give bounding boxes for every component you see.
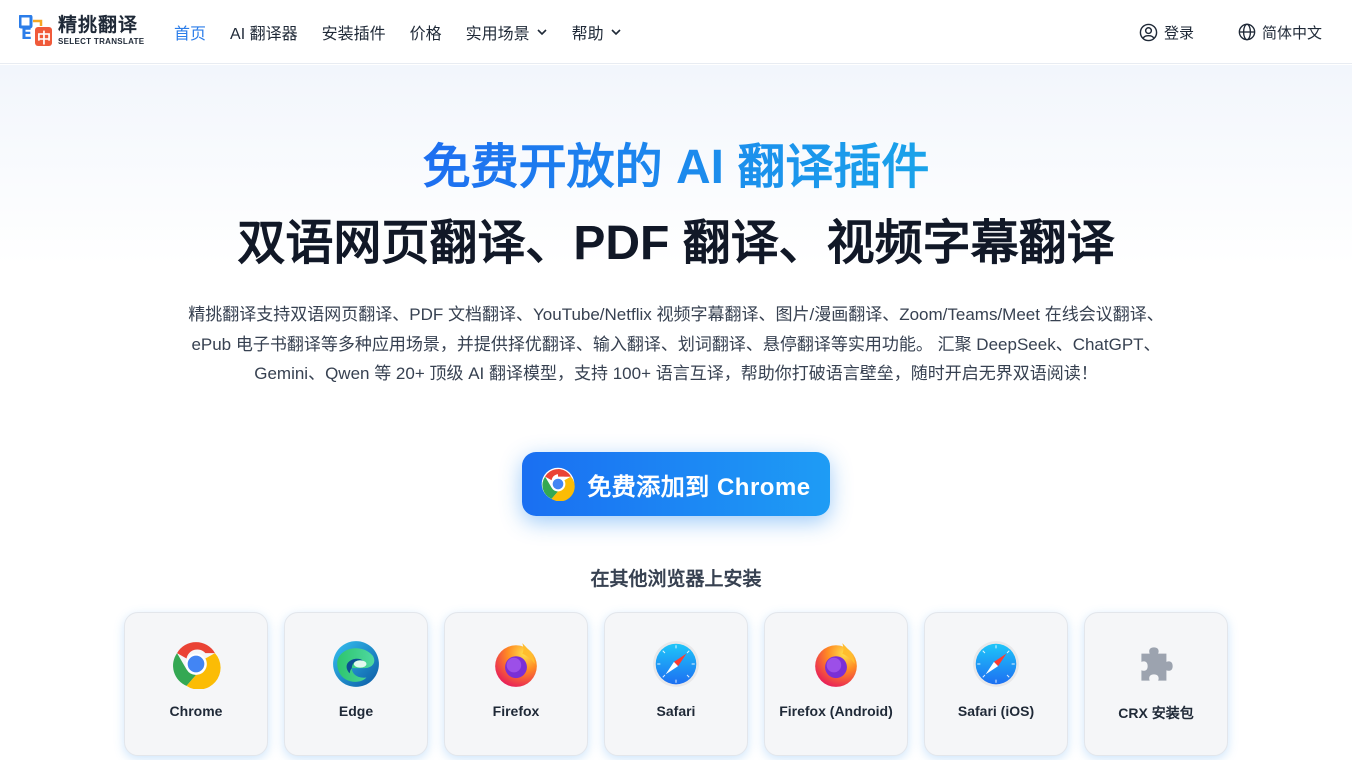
chrome-icon (173, 642, 221, 689)
globe-icon (1238, 23, 1256, 41)
user-icon (1139, 23, 1158, 41)
safari-icon (973, 641, 1019, 687)
browser-label-safari: Safari (656, 703, 696, 719)
add-to-chrome-button[interactable]: 免费添加到 Chrome (522, 452, 830, 516)
hero-title-highlight: 免费开放的 AI 翻译插件 (0, 138, 1352, 198)
login-label: 登录 (1163, 24, 1194, 42)
header-actions: 登录 简体中文 (1095, 0, 1322, 64)
nav-home-label: 首页 (174, 26, 207, 43)
browser-list: Chrome Edge Firefox Safari Firefox (Andr… (124, 612, 1244, 756)
add-to-chrome-label: 免费添加到 Chrome (587, 473, 811, 501)
browser-card-crx[interactable]: CRX 安装包 (1084, 612, 1228, 756)
browser-label-crx: CRX 安装包 (1118, 705, 1194, 721)
logo-text-en: SELECT TRANSLATE (58, 36, 145, 46)
nav-install-plugin[interactable]: 安装插件 (322, 20, 386, 44)
hero-title-main: 双语网页翻译、PDF 翻译、视频字幕翻译 (237, 217, 1115, 270)
nav-help-label: 帮助 (571, 26, 604, 43)
chrome-icon (542, 467, 575, 501)
nav-ai-translator-label: AI 翻译器 (230, 26, 298, 43)
chevron-down-icon (537, 29, 547, 36)
browser-card-safari-ios[interactable]: Safari (iOS) (924, 612, 1068, 756)
browser-card-chrome[interactable]: Chrome (124, 612, 268, 756)
login-button[interactable]: 登录 (1139, 22, 1194, 43)
language-label: 简体中文 (1261, 24, 1322, 42)
language-selector[interactable]: 简体中文 (1238, 22, 1322, 43)
nav-use-cases-label: 实用场景 (465, 26, 530, 43)
edge-icon (333, 641, 379, 687)
nav-ai-translator[interactable]: AI 翻译器 (230, 20, 298, 44)
logo-text-cn: 精挑翻译 (58, 14, 139, 36)
header: E 中 精挑翻译 SELECT TRANSLATE 首页 AI 翻译器 安装插件… (0, 0, 1352, 64)
browser-card-edge[interactable]: Edge (284, 612, 428, 756)
nav-install-plugin-label: 安装插件 (321, 26, 386, 43)
browser-card-firefox[interactable]: Firefox (444, 612, 588, 756)
browser-label-edge: Edge (338, 703, 374, 719)
browser-label-firefox: Firefox (492, 703, 540, 719)
main-nav: 首页 AI 翻译器 安装插件 价格 实用场景 帮助 (174, 0, 646, 64)
svg-text:E: E (21, 24, 32, 43)
nav-use-cases[interactable]: 实用场景 (466, 20, 548, 44)
logo[interactable]: E 中 精挑翻译 SELECT TRANSLATE (18, 14, 145, 47)
svg-text:中: 中 (37, 30, 51, 47)
hero-description: 精挑翻译支持双语网页翻译、PDF 文档翻译、YouTube/Netflix 视频… (188, 305, 1164, 383)
nav-pricing-label: 价格 (409, 26, 442, 43)
safari-icon (653, 641, 699, 687)
browser-card-safari[interactable]: Safari (604, 612, 748, 756)
firefox-icon (495, 643, 537, 687)
logo-icon: E 中 (18, 14, 53, 47)
nav-help[interactable]: 帮助 (572, 20, 622, 44)
browser-label-safari-ios: Safari (iOS) (957, 703, 1035, 719)
chevron-down-icon (611, 29, 621, 36)
browser-label-firefox-android: Firefox (Android) (779, 703, 893, 719)
nav-pricing[interactable]: 价格 (410, 20, 442, 44)
nav-home[interactable]: 首页 (174, 20, 206, 44)
other-browsers-title: 在其他浏览器上安装 (590, 569, 762, 590)
firefox-icon (815, 643, 857, 687)
hero-title-highlight-text: 免费开放的 AI 翻译插件 (422, 141, 930, 194)
browser-card-firefox-android[interactable]: Firefox (Android) (764, 612, 908, 756)
puzzle-icon (1141, 647, 1173, 681)
browser-label-chrome: Chrome (169, 703, 223, 719)
